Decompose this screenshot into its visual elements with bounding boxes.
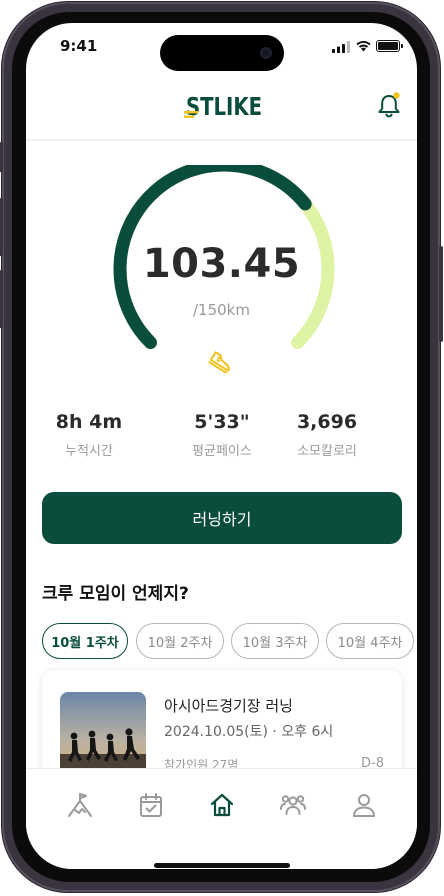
stat-value: 5'33"	[194, 411, 250, 433]
climb-icon[interactable]	[66, 791, 94, 819]
home-icon[interactable]	[208, 791, 236, 819]
week-chip-3[interactable]: 10월 3주차	[231, 623, 319, 659]
stat-value: 3,696	[296, 411, 358, 433]
stat-calories: 3,696 소모칼로리	[267, 411, 387, 459]
app-header: STLIKE	[26, 81, 417, 141]
logo-text: STLIKE	[186, 92, 262, 121]
stat-value: 8h 4m	[55, 411, 123, 433]
stat-label: 소모칼로리	[297, 444, 357, 459]
week-chip-1[interactable]: 10월 1주차	[42, 623, 128, 659]
dynamic-island	[160, 35, 284, 71]
status-time: 9:41	[60, 37, 98, 55]
status-bar: 9:41	[26, 23, 417, 73]
camera-icon	[260, 47, 272, 59]
cellular-signal-icon	[332, 41, 350, 53]
distance-goal: /150km	[193, 301, 250, 319]
start-running-button[interactable]: 러닝하기	[42, 492, 402, 544]
calendar-check-icon[interactable]	[137, 791, 165, 819]
week-chip-2[interactable]: 10월 2주차	[136, 623, 224, 659]
bell-icon[interactable]	[376, 91, 402, 119]
app-screen: 9:41 STLIKE 103.45 /150km 8h 4m 누적시간 5'3…	[26, 23, 417, 869]
running-shoe-icon	[208, 351, 230, 373]
stat-average-pace: 5'33" 평균페이스	[162, 411, 282, 459]
week-chip-4[interactable]: 10월 4주차	[326, 623, 414, 659]
stat-label: 누적시간	[65, 444, 113, 459]
power-button	[439, 246, 443, 342]
bottom-tab-bar	[26, 768, 417, 869]
event-title: 아시아드경기장 러닝	[164, 697, 293, 715]
battery-icon	[376, 40, 403, 52]
home-indicator	[154, 863, 290, 868]
wifi-icon	[356, 41, 371, 52]
people-icon[interactable]	[279, 791, 307, 819]
distance-value: 103.45	[142, 241, 301, 287]
action-button	[0, 142, 3, 172]
crew-section-title: 크루 모임이 언제지?	[42, 584, 189, 604]
event-photo	[60, 692, 146, 778]
week-filter-chips: 10월 1주차 10월 2주차 10월 3주차 10월 4주차	[42, 623, 417, 661]
event-date: 2024.10.05(토) · 오후 6시	[164, 724, 334, 740]
app-logo: STLIKE	[184, 92, 262, 121]
stat-total-time: 8h 4m 누적시간	[29, 411, 149, 459]
stat-label: 평균페이스	[192, 444, 252, 459]
person-icon[interactable]	[350, 791, 378, 819]
volume-up-button	[0, 198, 3, 256]
volume-down-button	[0, 270, 3, 328]
